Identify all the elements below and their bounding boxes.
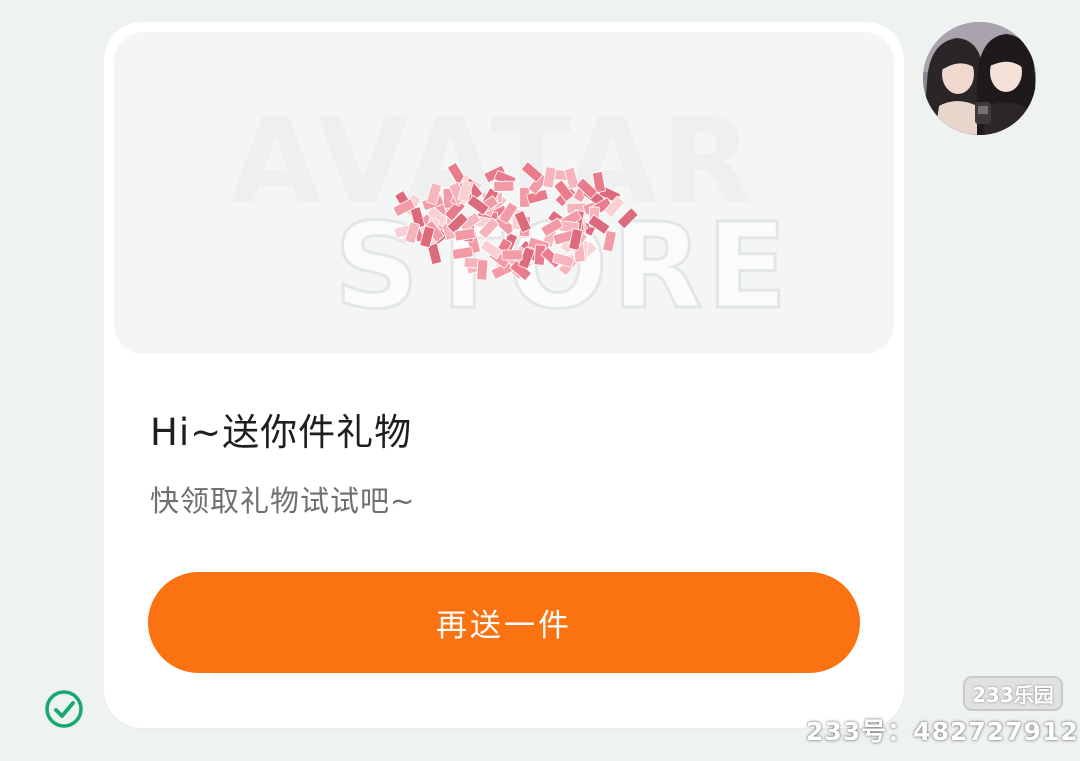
gift-banner: AVATAR STORE: [114, 32, 894, 354]
account-id-watermark: 233号：482727912: [806, 717, 1079, 746]
banknote-pile-image: [392, 161, 639, 281]
send-again-button[interactable]: 再送一件: [148, 572, 860, 673]
gift-subtitle: 快领取礼物试试吧~: [150, 484, 416, 518]
brand-watermark: 233乐园: [963, 676, 1063, 711]
check-circle-icon: [45, 690, 83, 728]
gift-message-card[interactable]: AVATAR STORE Hi~送你件礼物 快领取礼物试试吧~ 再送一件: [104, 22, 904, 728]
avatar-photo: [923, 22, 1036, 135]
chat-screen: AVATAR STORE Hi~送你件礼物 快领取礼物试试吧~ 再送一件: [0, 0, 1080, 761]
gift-title: Hi~送你件礼物: [150, 411, 413, 454]
avatar[interactable]: [923, 22, 1036, 135]
